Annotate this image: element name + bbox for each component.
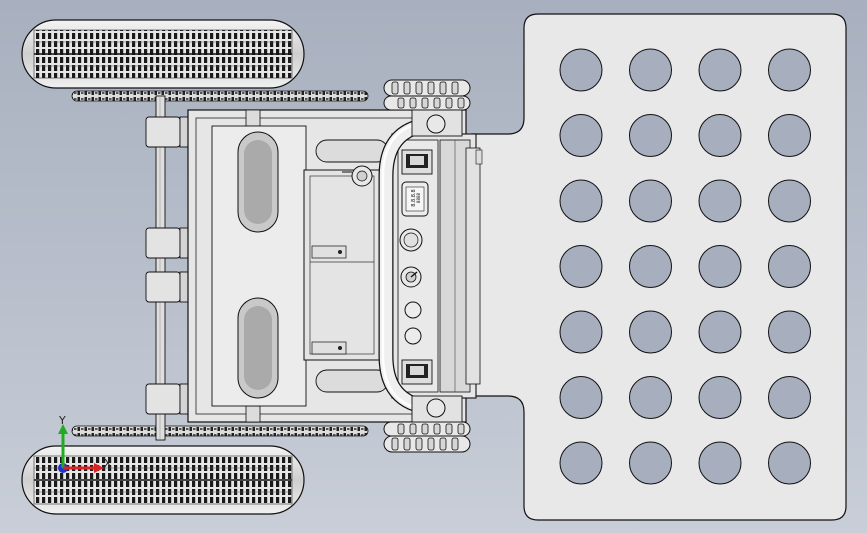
platform-hole xyxy=(629,441,672,485)
platform-hole xyxy=(698,310,742,354)
speed-knob[interactable] xyxy=(400,266,422,288)
top-wheel xyxy=(21,19,305,89)
platform-hole xyxy=(768,441,811,485)
platform-hole xyxy=(629,48,672,92)
platform-hole xyxy=(629,376,672,419)
platform-hole xyxy=(559,114,603,157)
top-chain xyxy=(71,90,369,102)
platform-hole xyxy=(768,179,811,223)
platform-hole xyxy=(768,376,811,419)
platform-hole xyxy=(559,179,603,223)
battery-box xyxy=(303,169,381,361)
platform-hole xyxy=(559,441,603,485)
platform-hole xyxy=(698,441,742,485)
platform-hole xyxy=(559,245,603,288)
platform-hole xyxy=(559,48,603,92)
triad-y-label: Y xyxy=(58,414,66,427)
platform-hole xyxy=(768,310,811,354)
triad-x-label: X xyxy=(104,457,112,470)
platform-hole xyxy=(629,245,672,288)
platform-hole xyxy=(629,114,672,157)
panel-button-1[interactable] xyxy=(404,301,422,319)
platform-hole xyxy=(768,114,811,157)
cad-viewport[interactable]: 8.8.8.8 8888 Y X xyxy=(0,0,867,533)
bearing-blocks xyxy=(145,116,193,415)
platform-hole xyxy=(768,245,811,288)
platform-hole xyxy=(629,179,672,223)
platform-hole xyxy=(698,376,742,419)
platform-hole xyxy=(559,310,603,354)
display-readout-line2: 8888 xyxy=(416,192,421,203)
power-switch[interactable] xyxy=(399,228,423,252)
bottom-chain xyxy=(71,425,369,437)
panel-button-2[interactable] xyxy=(404,327,422,345)
panel-connector-bottom xyxy=(401,359,433,385)
panel-connector-top xyxy=(401,149,433,175)
perforated-platform xyxy=(471,13,847,521)
platform-hole xyxy=(698,245,742,288)
platform-hole xyxy=(698,114,742,157)
platform-hole xyxy=(629,310,672,354)
platform-hole xyxy=(698,48,742,92)
platform-hole xyxy=(698,179,742,223)
platform-hole xyxy=(559,376,603,419)
platform-hole xyxy=(768,48,811,92)
